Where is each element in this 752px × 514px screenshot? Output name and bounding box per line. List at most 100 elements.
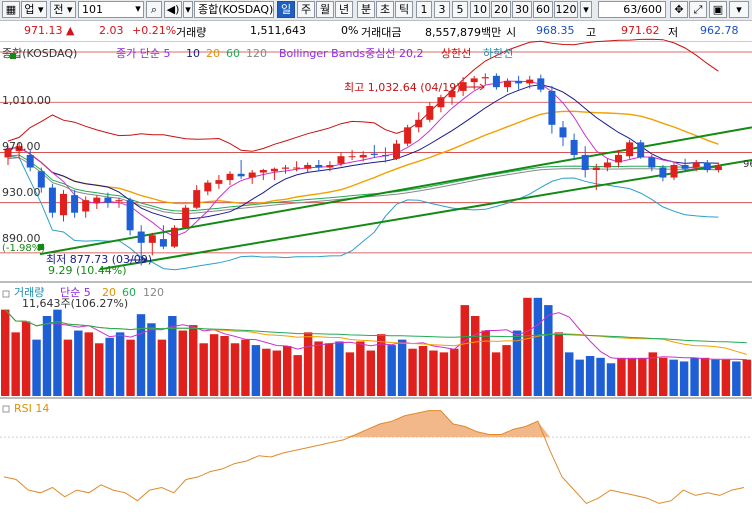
volume-bar bbox=[21, 321, 31, 396]
candle-body bbox=[348, 156, 356, 158]
candle-body bbox=[304, 165, 312, 169]
volume-bar bbox=[209, 334, 219, 396]
volume-bar bbox=[721, 359, 731, 396]
candle-body bbox=[26, 154, 34, 168]
price-legend-ma120: 120 bbox=[246, 47, 267, 60]
volume-bar bbox=[408, 348, 417, 396]
volume-bar bbox=[42, 316, 52, 396]
volume-bar bbox=[596, 357, 605, 396]
candle-body bbox=[714, 166, 722, 171]
volume-bar bbox=[742, 359, 751, 396]
candle-body bbox=[404, 127, 412, 144]
volume-bar bbox=[418, 346, 428, 396]
candle-body bbox=[703, 162, 711, 171]
candle-body bbox=[681, 165, 689, 169]
volume-bar bbox=[669, 359, 678, 396]
candle-body bbox=[648, 157, 656, 168]
volume-bar bbox=[565, 352, 574, 396]
volume-bar bbox=[575, 359, 584, 396]
max-annotation: 최고 1,032.64 (04/19) bbox=[344, 81, 461, 94]
volume-bar bbox=[1, 309, 10, 396]
volume-bar bbox=[251, 345, 261, 396]
volume-bar bbox=[84, 332, 93, 396]
volume-bar bbox=[711, 359, 720, 396]
volume-bar bbox=[199, 343, 208, 396]
candle-body bbox=[415, 119, 423, 128]
volume-marker-square[interactable] bbox=[2, 290, 10, 298]
candle-body bbox=[48, 187, 56, 213]
volume-bar bbox=[491, 352, 501, 396]
volume-bar bbox=[732, 361, 741, 396]
volume-bar bbox=[638, 357, 647, 396]
candle-body bbox=[481, 77, 489, 79]
candle-body bbox=[526, 79, 534, 84]
candle-body bbox=[270, 168, 278, 172]
volume-panel bbox=[1, 297, 751, 396]
trendline-handle-square[interactable] bbox=[38, 244, 44, 250]
stock-chart[interactable]: 종합(KOSDAQ) 종가 단순 5 10 20 60 120 Bollinge… bbox=[0, 0, 752, 514]
candle-body bbox=[159, 239, 167, 247]
candle-body bbox=[282, 167, 289, 169]
candle-body bbox=[537, 78, 545, 90]
volume-bar bbox=[366, 350, 375, 396]
y-label-970: 970.00 bbox=[2, 140, 41, 153]
candle-body bbox=[359, 154, 367, 158]
candle-body bbox=[592, 167, 600, 171]
candle-body bbox=[60, 193, 67, 216]
volume-bar bbox=[105, 337, 114, 396]
price-legend-upper: 상한선 bbox=[441, 47, 471, 60]
volume-bar bbox=[659, 357, 668, 396]
volume-bar bbox=[700, 357, 710, 396]
candle-body bbox=[459, 82, 467, 91]
candle-body bbox=[615, 154, 622, 163]
candle-body bbox=[215, 180, 223, 184]
volume-bar bbox=[157, 339, 167, 396]
candle-body bbox=[259, 170, 267, 173]
candle-body bbox=[126, 200, 134, 231]
candle-body bbox=[437, 97, 445, 108]
rsi-marker-square[interactable] bbox=[2, 405, 10, 413]
volume-bar bbox=[147, 323, 156, 396]
candle-body bbox=[370, 153, 378, 155]
candle-body bbox=[93, 197, 101, 203]
rsi-legend-name: RSI 14 bbox=[14, 402, 49, 415]
volume-legend-120: 120 bbox=[143, 286, 164, 299]
volume-bar bbox=[387, 345, 396, 396]
volume-bar bbox=[11, 332, 20, 396]
volume-bar bbox=[63, 339, 73, 396]
volume-bar bbox=[283, 346, 292, 396]
candle-body bbox=[426, 105, 434, 120]
volume-bar bbox=[377, 334, 386, 396]
candle-body bbox=[659, 167, 667, 178]
candle-body bbox=[470, 78, 478, 83]
volume-bar bbox=[126, 339, 135, 396]
candle-body bbox=[104, 197, 112, 203]
right-edge-label: 96 bbox=[743, 159, 752, 170]
legend-marker-square[interactable] bbox=[10, 53, 16, 59]
volume-bar bbox=[262, 348, 271, 396]
volume-bar bbox=[115, 332, 125, 396]
volume-bar bbox=[585, 356, 595, 396]
volume-bar bbox=[136, 314, 146, 396]
rsi-line bbox=[3, 410, 745, 505]
candle-body bbox=[548, 90, 556, 125]
candle-body bbox=[193, 190, 201, 208]
volume-last-value: 11,643주(106.27%) bbox=[22, 297, 128, 310]
volume-bar bbox=[544, 305, 553, 396]
candle-body bbox=[515, 80, 523, 84]
candle-body bbox=[248, 172, 256, 178]
price-legend-ma10: 10 bbox=[186, 47, 200, 60]
candle-body bbox=[670, 165, 678, 178]
rsi-overbought-fill bbox=[4, 410, 744, 438]
candle-body bbox=[381, 154, 389, 157]
volume-bar bbox=[397, 339, 407, 396]
volume-bar bbox=[324, 343, 334, 396]
candle-body bbox=[326, 165, 334, 168]
volume-bar bbox=[502, 345, 511, 396]
candle-body bbox=[137, 231, 145, 243]
volume-bar bbox=[272, 350, 281, 396]
volume-bar bbox=[523, 297, 532, 396]
candle-body bbox=[637, 142, 645, 158]
candle-body bbox=[603, 162, 611, 168]
volume-bar bbox=[554, 332, 563, 396]
